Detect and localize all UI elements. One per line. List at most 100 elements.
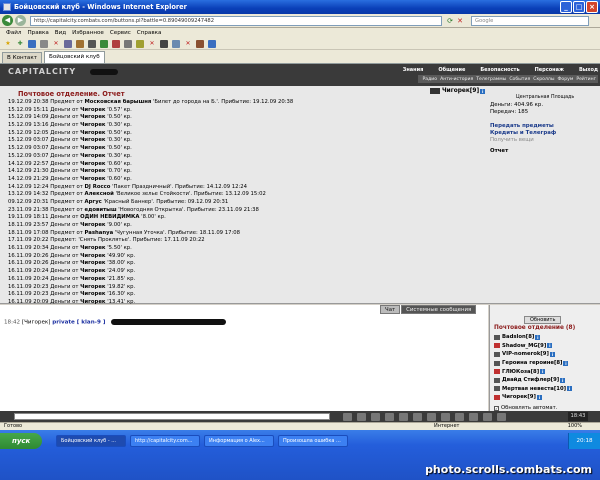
get-items-link[interactable]: Получить вещи [490, 137, 556, 144]
menu-favorites[interactable]: Избранное [72, 30, 104, 36]
toolbar-icon[interactable] [196, 39, 204, 48]
subnav-anti-history[interactable]: Анти-история [440, 77, 473, 82]
person-nick[interactable]: VIP-nomerok[9] [502, 351, 549, 357]
info-icon[interactable]: i [563, 360, 569, 366]
info-icon[interactable]: i [480, 88, 486, 94]
log-sender[interactable]: Чигорек [80, 222, 105, 228]
search-input[interactable]: Google [471, 15, 589, 26]
log-sender[interactable]: едовитыш [85, 207, 117, 213]
toolbar-icon[interactable] [469, 412, 478, 421]
toolbar-icon[interactable] [441, 412, 450, 421]
person-nick[interactable]: Shadow_MG[9] [502, 343, 546, 349]
nav-security[interactable]: Безопасность [480, 67, 519, 73]
toolbar-icon[interactable] [483, 412, 492, 421]
log-sender[interactable]: Чигорек [80, 122, 105, 128]
toolbar-icon[interactable] [357, 412, 366, 421]
menu-view[interactable]: Вид [55, 30, 66, 36]
tab-chat[interactable]: Чат [380, 305, 401, 314]
log-sender[interactable]: Чигорек [80, 114, 105, 120]
person-row[interactable]: Badslon[8] i [494, 333, 600, 342]
toolbar-icon[interactable] [160, 39, 168, 48]
subnav-forum[interactable]: Форум [557, 77, 573, 82]
toolbar-icon[interactable] [497, 412, 506, 421]
toolbar-icon[interactable]: ✕ [52, 40, 60, 48]
subnav-telegrams[interactable]: Телеграммы [476, 77, 506, 82]
log-sender[interactable]: Чигорек [80, 107, 105, 113]
tab-system-messages[interactable]: Системные сообщения [401, 305, 477, 314]
toolbar-icon[interactable] [64, 39, 72, 48]
start-button[interactable]: пуск [0, 433, 42, 449]
add-favorite-icon[interactable]: ✚ [16, 40, 24, 48]
stop-icon[interactable]: ✕ [455, 16, 465, 26]
log-sender[interactable]: Чигорек [80, 161, 105, 167]
zoom-level[interactable]: 100% [568, 423, 582, 430]
log-sender[interactable]: Чигорек [80, 291, 105, 297]
auto-refresh-checkbox[interactable]: ✓ [494, 405, 499, 411]
subnav-events[interactable]: События [509, 77, 530, 82]
log-sender[interactable]: ОДИН НЕВИДИМКА [80, 214, 139, 220]
forward-button[interactable]: ▶ [15, 15, 26, 26]
log-sender[interactable]: Чигорек [80, 137, 105, 143]
toolbar-icon[interactable] [28, 39, 36, 48]
subnav-scrolls[interactable]: Скроллы [533, 77, 554, 82]
toolbar-icon[interactable] [455, 412, 464, 421]
toolbar-icon[interactable] [172, 39, 180, 48]
info-icon[interactable]: i [540, 369, 546, 375]
tab-combats[interactable]: Бойцовский клуб [44, 51, 105, 63]
log-sender[interactable]: Чигорек [80, 260, 105, 266]
menu-edit[interactable]: Правка [27, 30, 48, 36]
log-sender[interactable]: Чигорек [80, 176, 105, 182]
toolbar-icon[interactable] [385, 412, 394, 421]
log-sender[interactable]: Pashanya [85, 230, 114, 236]
nav-character[interactable]: Персонаж [535, 67, 564, 73]
log-sender[interactable]: DJ Rocco [85, 184, 111, 190]
info-icon[interactable]: i [536, 394, 542, 400]
toolbar-icon[interactable] [427, 412, 436, 421]
toolbar-icon[interactable] [208, 39, 216, 48]
log-sender[interactable]: Аргус [85, 199, 102, 205]
nav-communication[interactable]: Общение [438, 67, 465, 73]
person-row[interactable]: Двайд Стифлер[9] i [494, 376, 600, 385]
player-nick[interactable]: Чигорек [442, 88, 470, 94]
toolbar-icon[interactable] [76, 39, 84, 48]
person-row[interactable]: ГЛЮКоза[8] i [494, 367, 600, 376]
info-icon[interactable]: i [547, 343, 553, 349]
toolbar-icon[interactable] [100, 39, 108, 48]
toolbar-icon[interactable] [40, 39, 48, 48]
person-row[interactable]: Мертвая невеста[10] i [494, 385, 600, 394]
menu-help[interactable]: Справка [137, 30, 162, 36]
chat-area[interactable]: 18:42 [Чигорек] private [ klan-9 ] [0, 305, 488, 411]
toolbar-icon[interactable] [371, 412, 380, 421]
minimize-button[interactable]: _ [560, 1, 572, 13]
log-sender[interactable]: Чигорек [80, 245, 105, 251]
taskbar-item[interactable]: Бойцовский клуб - ... [56, 435, 126, 447]
menu-tools[interactable]: Сервис [110, 30, 131, 36]
info-icon[interactable]: i [560, 377, 566, 383]
log-sender[interactable]: Чигорек [80, 299, 105, 305]
log-sender[interactable]: Чигорек [80, 284, 105, 290]
log-sender[interactable]: Чигорек [80, 145, 105, 151]
person-nick[interactable]: ГЛЮКоза[8] [502, 369, 539, 375]
subnav-rating[interactable]: Рейтинг [576, 77, 596, 82]
toolbar-icon[interactable] [112, 39, 120, 48]
person-nick[interactable]: Чигорек[9] [502, 394, 536, 400]
person-nick[interactable]: Двайд Стифлер[9] [502, 377, 559, 383]
log-sender[interactable]: Чигорек [80, 276, 105, 282]
person-nick[interactable]: Мертвая невеста[10] [502, 386, 566, 392]
info-icon[interactable]: i [535, 334, 541, 340]
chat-private[interactable]: private [ klan-9 ] [52, 320, 105, 326]
log-sender[interactable]: Чигорек [80, 153, 105, 159]
credits-telegraph-link[interactable]: Кредиты и Телеграф [490, 130, 556, 137]
log-sender[interactable]: Чигорек [80, 130, 105, 136]
person-nick[interactable]: Героина героине[8] [502, 360, 562, 366]
log-sender[interactable]: Московская барышня [85, 99, 152, 105]
close-button[interactable]: × [586, 1, 598, 13]
back-button[interactable]: ◀ [2, 15, 13, 26]
refresh-button[interactable]: Обновить [524, 316, 562, 324]
chat-input[interactable] [14, 413, 330, 420]
subnav-radio[interactable]: Радио [423, 77, 438, 82]
tab-vkontakte[interactable]: В Контакт [2, 52, 42, 63]
refresh-icon[interactable]: ⟳ [445, 16, 455, 26]
taskbar-item[interactable]: Информация о Alex... [204, 435, 274, 447]
log-sender[interactable]: Чигорек [80, 268, 105, 274]
